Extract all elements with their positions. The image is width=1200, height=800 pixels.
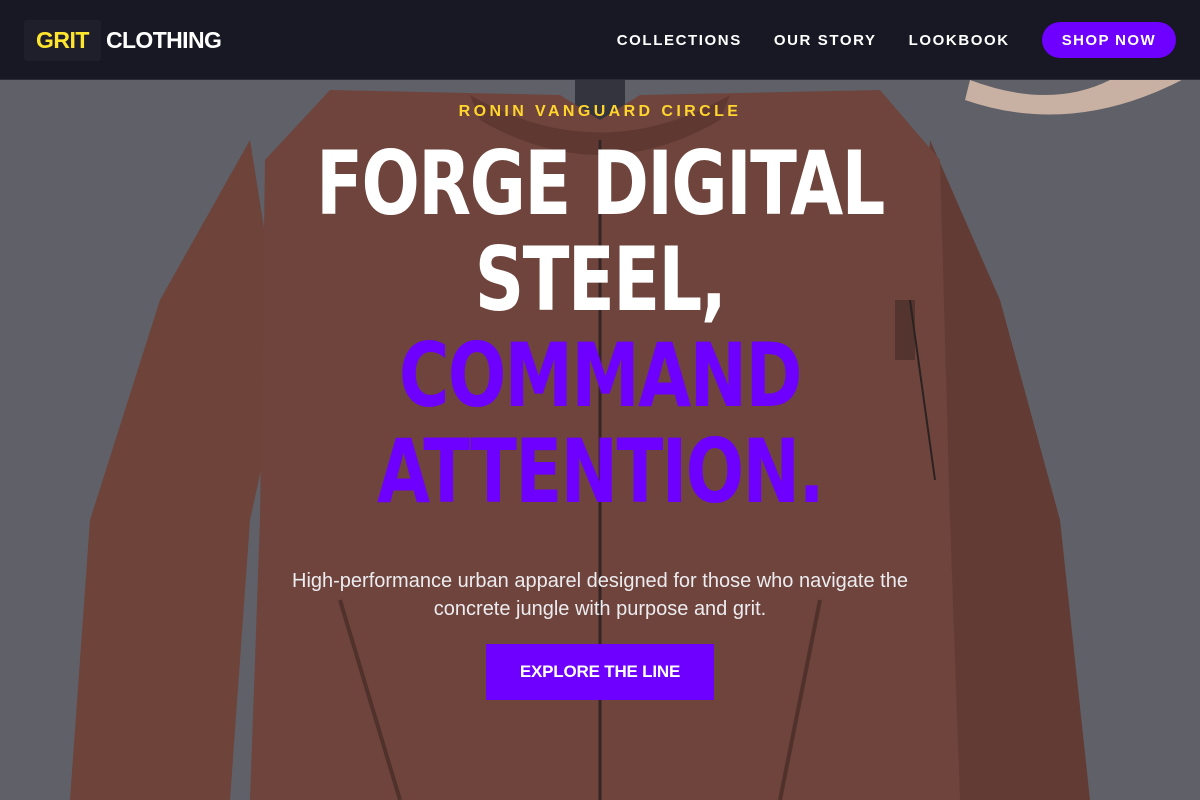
headline-line-1: FORGE DIGITAL (316, 132, 885, 235)
nav-link-lookbook[interactable]: LOOKBOOK (909, 32, 1010, 49)
top-navbar: GRIT CLOTHING COLLECTIONS OUR STORY LOOK… (0, 0, 1200, 80)
explore-the-line-button[interactable]: EXPLORE THE LINE (486, 644, 714, 700)
logo-clothing-text: CLOTHING (105, 26, 222, 53)
nav-link-our-story[interactable]: OUR STORY (774, 32, 877, 49)
headline-line-4: ATTENTION. (377, 420, 825, 523)
headline-line-2: STEEL, (474, 228, 727, 331)
nav-link-collections[interactable]: COLLECTIONS (617, 32, 742, 49)
nav-links: COLLECTIONS OUR STORY LOOKBOOK SHOP NOW (617, 0, 1176, 80)
hero-subtext: High-performance urban apparel designed … (292, 570, 908, 620)
logo-grit-text: GRIT (24, 19, 101, 61)
hero-section: RONIN VANGUARD CIRCLE FORGE DIGITAL STEE… (0, 80, 1200, 800)
headline-line-3: COMMAND (399, 324, 803, 427)
hero-headline: FORGE DIGITAL STEEL, COMMAND ATTENTION. (132, 136, 1068, 520)
hero-eyebrow: RONIN VANGUARD CIRCLE (458, 103, 742, 120)
brand-logo[interactable]: GRIT CLOTHING (24, 19, 222, 61)
shop-now-button[interactable]: SHOP NOW (1041, 22, 1176, 58)
